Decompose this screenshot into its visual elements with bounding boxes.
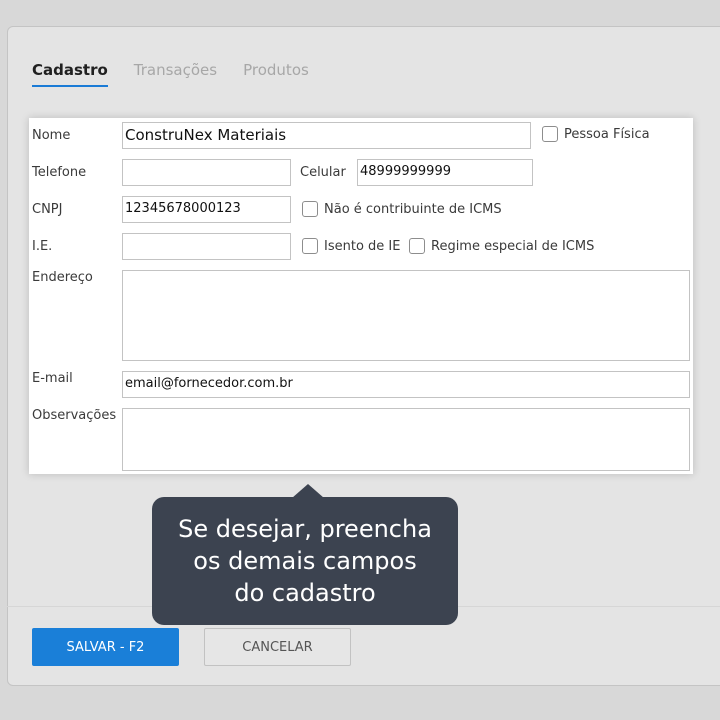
cnpj-input[interactable]: 12345678000123 (122, 196, 291, 223)
telefone-input[interactable] (122, 159, 291, 186)
regime-especial-label: Regime especial de ICMS (431, 238, 595, 254)
checkbox-icon (302, 238, 318, 254)
save-button[interactable]: SALVAR - F2 (32, 628, 179, 666)
regime-especial-checkbox[interactable]: Regime especial de ICMS (409, 238, 594, 254)
nome-label: Nome (32, 128, 71, 143)
telefone-label: Telefone (32, 165, 87, 180)
tooltip-line-1: Se desejar, preencha (178, 515, 432, 543)
registration-form: Nome ConstruNex Materiais Pessoa Física … (29, 118, 693, 474)
pessoa-fisica-checkbox[interactable]: Pessoa Física (542, 126, 650, 142)
nao-contribuinte-label: Não é contribuinte de ICMS (324, 201, 502, 217)
tab-cadastro[interactable]: Cadastro (32, 61, 108, 87)
celular-input[interactable]: 48999999999 (357, 159, 533, 186)
pessoa-fisica-label: Pessoa Física (564, 126, 650, 142)
ie-input[interactable] (122, 233, 291, 260)
checkbox-icon (302, 201, 318, 217)
tooltip-arrow (292, 484, 324, 498)
nao-contribuinte-checkbox[interactable]: Não é contribuinte de ICMS (302, 201, 502, 217)
endereco-textarea[interactable] (122, 270, 690, 361)
hint-tooltip: Se desejar, preencha os demais campos do… (152, 484, 458, 625)
celular-label: Celular (300, 165, 346, 180)
cancel-button[interactable]: CANCELAR (204, 628, 351, 666)
email-label: E-mail (32, 371, 73, 386)
isento-ie-checkbox[interactable]: Isento de IE (302, 238, 400, 254)
ie-label: I.E. (32, 239, 53, 254)
isento-ie-label: Isento de IE (324, 238, 401, 254)
email-input[interactable]: email@fornecedor.com.br (122, 371, 690, 398)
endereco-label: Endereço (32, 270, 93, 285)
checkbox-icon (409, 238, 425, 254)
tab-bar: Cadastro Transações Produtos (32, 61, 335, 87)
observacoes-textarea[interactable] (122, 408, 690, 471)
checkbox-icon (542, 126, 558, 142)
tab-produtos[interactable]: Produtos (243, 61, 309, 87)
tooltip-line-3: do cadastro (234, 579, 376, 607)
observacoes-label: Observações (32, 408, 117, 423)
tab-transacoes[interactable]: Transações (134, 61, 217, 87)
tooltip-line-2: os demais campos (193, 547, 417, 575)
nome-input[interactable]: ConstruNex Materiais (122, 122, 531, 149)
cnpj-label: CNPJ (32, 202, 63, 217)
